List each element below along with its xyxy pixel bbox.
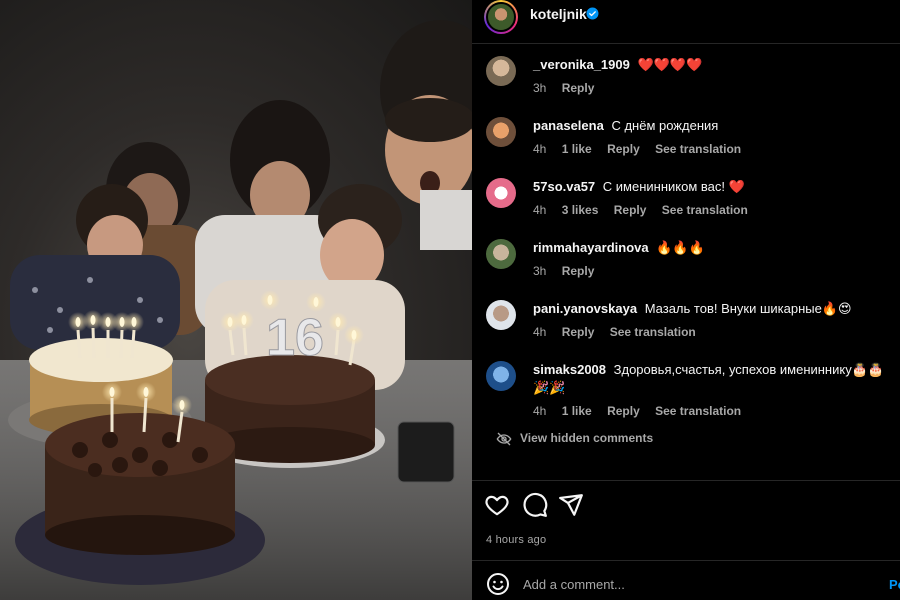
reply-button[interactable]: Reply <box>614 203 647 217</box>
verified-badge-icon <box>586 7 599 20</box>
comment-username[interactable]: pani.yanovskaya <box>533 301 637 316</box>
view-hidden-comments-button[interactable]: View hidden comments <box>496 431 653 447</box>
comment-input[interactable] <box>523 573 853 595</box>
comment-text: ❤️❤️❤️❤️ <box>637 57 703 72</box>
comment-avatar[interactable] <box>486 300 516 330</box>
eye-off-icon <box>496 432 512 446</box>
number-candle: 16 <box>266 309 324 367</box>
comment-avatar[interactable] <box>486 178 516 208</box>
emoji-icon[interactable] <box>486 572 510 596</box>
add-comment-bar: Post <box>472 568 900 600</box>
comment-text: С именинником вас! ❤️ <box>602 179 745 194</box>
share-icon[interactable] <box>558 492 584 518</box>
comment-username[interactable]: panaselena <box>533 118 604 133</box>
post-photo: 16 <box>0 0 472 600</box>
comment-time: 4h <box>533 203 547 217</box>
comment-username[interactable]: _veronika_1909 <box>533 57 630 72</box>
birthday-photo-illustration: 16 <box>0 20 472 600</box>
comment-avatar[interactable] <box>486 361 516 391</box>
comment-avatar[interactable] <box>486 117 516 147</box>
reply-button[interactable]: Reply <box>607 142 640 156</box>
reply-button[interactable]: Reply <box>607 404 640 418</box>
comment-icon[interactable] <box>522 492 548 518</box>
comment-time: 4h <box>533 325 547 339</box>
comment-likes[interactable]: 3 likes <box>562 203 599 217</box>
comment-avatar[interactable] <box>486 239 516 269</box>
reply-button[interactable]: Reply <box>562 264 595 278</box>
post-comment-button[interactable]: Post <box>889 577 900 592</box>
reply-button[interactable]: Reply <box>562 81 595 95</box>
see-translation-button[interactable]: See translation <box>655 404 741 418</box>
see-translation-button[interactable]: See translation <box>662 203 748 217</box>
comment-text: С днём рождения <box>611 118 719 133</box>
author-username[interactable]: koteljnik <box>530 6 587 22</box>
comment-time: 4h <box>533 404 547 418</box>
comment-likes[interactable]: 1 like <box>562 142 592 156</box>
post-side-panel: koteljnik _veronika_1909 ❤️❤️❤️❤️ 3h Rep… <box>472 0 900 600</box>
comment-username[interactable]: 57so.va57 <box>533 179 595 194</box>
view-hidden-comments-label: View hidden comments <box>520 431 654 446</box>
comment-avatar[interactable] <box>486 56 516 86</box>
comment-username[interactable]: rimmahayardinova <box>533 240 649 255</box>
see-translation-button[interactable]: See translation <box>610 325 696 339</box>
comment-time: 3h <box>533 81 547 95</box>
post-header: koteljnik <box>472 0 900 44</box>
heart-icon[interactable] <box>484 492 510 518</box>
comment-likes[interactable]: 1 like <box>562 404 592 418</box>
comment-text: 🔥🔥🔥 <box>656 240 705 255</box>
comment-username[interactable]: simaks2008 <box>533 362 606 377</box>
comment-time: 4h <box>533 142 547 156</box>
reply-button[interactable]: Reply <box>562 325 595 339</box>
see-translation-button[interactable]: See translation <box>655 142 741 156</box>
post-timestamp: 4 hours ago <box>486 534 547 546</box>
comment-text: Мазаль тов! Внуки шикарные🔥😍 <box>644 301 852 316</box>
author-avatar[interactable] <box>484 0 518 34</box>
divider <box>472 560 900 561</box>
divider <box>472 480 900 481</box>
comment-time: 3h <box>533 264 547 278</box>
